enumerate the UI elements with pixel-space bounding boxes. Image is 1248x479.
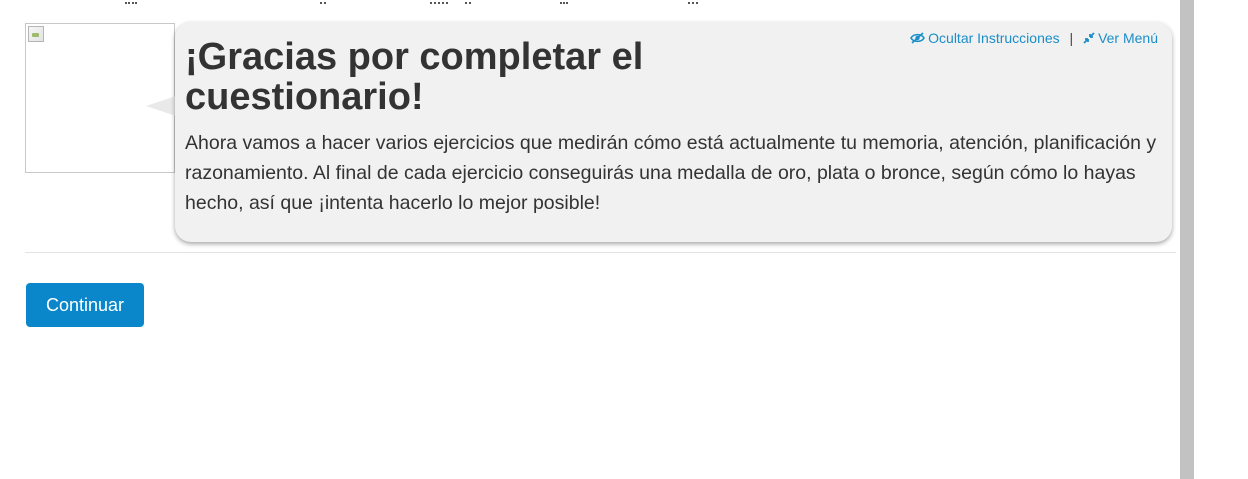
scrollbar[interactable]: [1180, 0, 1194, 479]
page: Ocultar Instrucciones | Ver Menú ¡Gracia…: [0, 0, 1248, 479]
compress-icon: [1083, 32, 1095, 44]
instructions-links: Ocultar Instrucciones | Ver Menú: [910, 30, 1158, 46]
hide-instructions-label: Ocultar Instrucciones: [928, 30, 1060, 46]
speech-bubble-tail: [146, 96, 176, 116]
section-divider: [25, 252, 1176, 253]
eye-slash-icon: [910, 32, 926, 44]
links-separator: |: [1069, 30, 1074, 46]
view-menu-label: Ver Menú: [1098, 30, 1158, 46]
broken-image-icon: [28, 26, 44, 42]
instructions-title: ¡Gracias por completar el cuestionario!: [185, 36, 644, 118]
hide-instructions-link[interactable]: Ocultar Instrucciones: [910, 30, 1063, 46]
view-menu-link[interactable]: Ver Menú: [1079, 30, 1158, 46]
instructions-body: Ahora vamos a hacer varios ejercicios qu…: [185, 132, 1157, 214]
continue-button[interactable]: Continuar: [26, 283, 144, 327]
instructions-bubble: Ocultar Instrucciones | Ver Menú ¡Gracia…: [175, 22, 1172, 242]
clipped-previous-content: [0, 0, 1176, 6]
